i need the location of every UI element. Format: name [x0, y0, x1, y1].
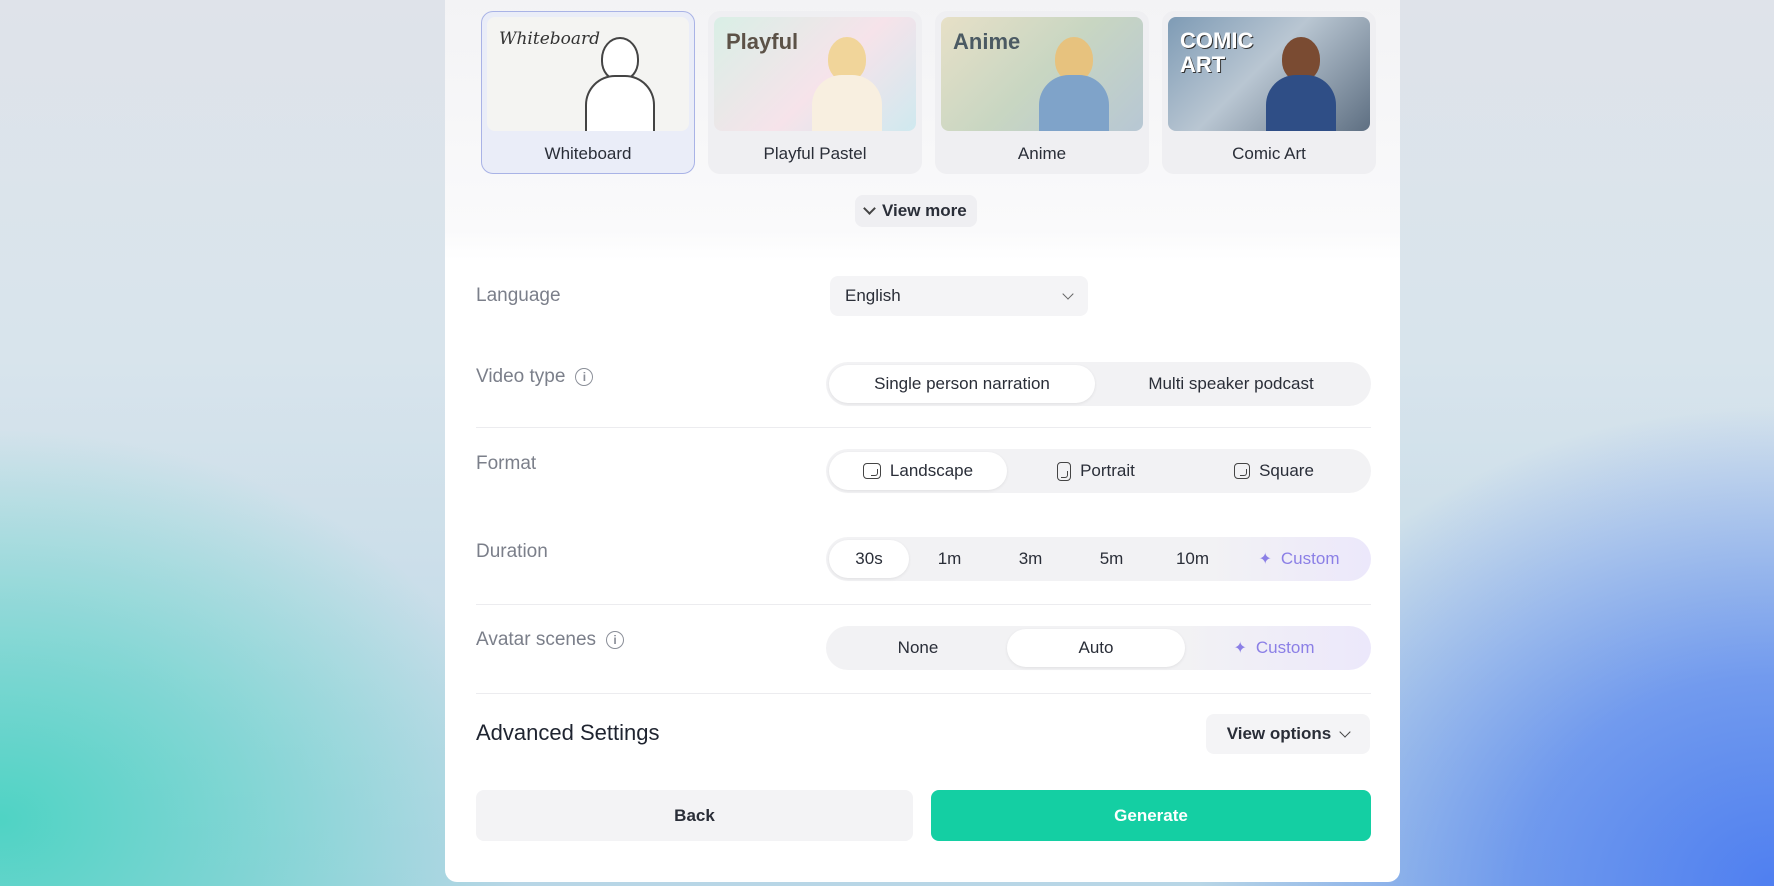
- duration-option-5m[interactable]: 5m: [1071, 540, 1152, 578]
- option-label: Portrait: [1080, 461, 1135, 480]
- chevron-down-icon: [1062, 287, 1074, 300]
- format-label: Format: [476, 453, 536, 475]
- language-value: English: [845, 286, 901, 305]
- style-card-label: Whiteboard: [544, 144, 632, 163]
- avatar-scenes-option-custom[interactable]: ✦ Custom: [1185, 629, 1363, 667]
- presenter-illustration: [1035, 31, 1113, 131]
- option-label: 1m: [937, 549, 962, 568]
- style-thumbnail-anime: Anime: [941, 17, 1143, 131]
- format-option-portrait[interactable]: Portrait: [1007, 452, 1185, 490]
- divider: [476, 427, 1371, 428]
- format-option-landscape[interactable]: Landscape: [829, 452, 1007, 490]
- back-button[interactable]: Back: [476, 790, 913, 841]
- chevron-down-icon: [1339, 725, 1351, 738]
- style-card-whiteboard[interactable]: Whiteboard Whiteboard: [481, 11, 695, 174]
- style-card-playful-pastel[interactable]: Playful Playful Pastel: [708, 11, 922, 174]
- advanced-settings-title: Advanced Settings: [476, 720, 660, 745]
- view-options-label: View options: [1226, 724, 1332, 743]
- view-more-label: View more: [882, 201, 967, 220]
- avatar-scenes-label: Avatar scenes i: [476, 629, 625, 651]
- duration-toggle: 30s 1m 3m 5m 10m ✦ Custom: [826, 537, 1371, 581]
- style-thumbnail-whiteboard: Whiteboard: [487, 17, 689, 131]
- info-icon[interactable]: i: [575, 368, 594, 386]
- view-options-button[interactable]: View options: [1206, 714, 1370, 754]
- option-label: Single person narration: [874, 374, 1050, 393]
- option-label: Custom: [1280, 549, 1340, 568]
- duration-option-3m[interactable]: 3m: [990, 540, 1071, 578]
- style-card-label: Playful Pastel: [763, 144, 867, 163]
- duration-option-10m[interactable]: 10m: [1152, 540, 1233, 578]
- info-icon[interactable]: i: [606, 631, 625, 649]
- avatar-scenes-option-none[interactable]: None: [829, 629, 1007, 667]
- format-toggle: Landscape Portrait Square: [826, 449, 1371, 493]
- option-label: 3m: [1018, 549, 1043, 568]
- duration-option-30s[interactable]: 30s: [829, 540, 909, 578]
- divider: [476, 604, 1371, 605]
- sparkle-icon: ✦: [1258, 551, 1272, 568]
- duration-option-1m[interactable]: 1m: [909, 540, 990, 578]
- sparkle-icon: ✦: [1233, 640, 1247, 657]
- avatar-scenes-option-auto[interactable]: Auto: [1007, 629, 1185, 667]
- language-label-text: Language: [476, 285, 561, 306]
- video-type-toggle: Single person narration Multi speaker po…: [826, 362, 1371, 406]
- option-label: Auto: [1078, 638, 1114, 657]
- generate-button[interactable]: Generate: [931, 790, 1371, 841]
- style-thumbnail-playful-pastel: Playful: [714, 17, 916, 131]
- option-label: Landscape: [889, 461, 974, 480]
- duration-label: Duration: [476, 541, 548, 563]
- presenter-illustration: [1262, 31, 1340, 131]
- style-thumbnail-text: Playful: [726, 29, 799, 54]
- style-card-anime[interactable]: Anime Anime: [935, 11, 1149, 174]
- style-card-comic-art[interactable]: COMIC ART Comic Art: [1162, 11, 1376, 174]
- avatar-scenes-toggle: None Auto ✦ Custom: [826, 626, 1371, 670]
- presenter-illustration: [581, 31, 659, 131]
- style-card-label: Anime: [1017, 144, 1067, 163]
- avatar-scenes-label-text: Avatar scenes: [476, 629, 597, 650]
- square-icon: [1234, 463, 1251, 479]
- style-gallery: Whiteboard Whiteboard Playful Playful Pa…: [481, 11, 1376, 174]
- duration-option-custom[interactable]: ✦ Custom: [1233, 540, 1365, 578]
- option-label: 5m: [1099, 549, 1124, 568]
- option-label: Square: [1259, 461, 1314, 480]
- option-label: 30s: [855, 549, 883, 568]
- language-label: Language: [476, 285, 561, 307]
- option-label: Custom: [1255, 638, 1315, 657]
- video-type-option-multi[interactable]: Multi speaker podcast: [1095, 365, 1367, 403]
- duration-label-text: Duration: [476, 541, 548, 562]
- video-type-label-text: Video type: [476, 366, 566, 387]
- divider: [476, 693, 1371, 694]
- presenter-illustration: [808, 31, 886, 131]
- landscape-icon: [862, 463, 881, 479]
- style-thumbnail-text: Anime: [953, 29, 1021, 54]
- language-select[interactable]: English: [830, 276, 1088, 316]
- format-label-text: Format: [476, 453, 537, 474]
- chevron-down-icon: [863, 202, 876, 215]
- style-thumbnail-text: COMIC ART: [1180, 28, 1254, 77]
- video-type-option-single[interactable]: Single person narration: [829, 365, 1095, 403]
- video-settings-panel: Whiteboard Whiteboard Playful Playful Pa…: [445, 0, 1400, 882]
- portrait-icon: [1057, 461, 1072, 481]
- view-more-button[interactable]: View more: [855, 195, 977, 227]
- style-card-label: Comic Art: [1232, 144, 1306, 163]
- option-label: Multi speaker podcast: [1148, 374, 1314, 393]
- option-label: None: [897, 638, 939, 657]
- format-option-square[interactable]: Square: [1185, 452, 1363, 490]
- option-label: 10m: [1175, 549, 1210, 568]
- style-thumbnail-comic-art: COMIC ART: [1168, 17, 1370, 131]
- video-type-label: Video type i: [476, 366, 594, 388]
